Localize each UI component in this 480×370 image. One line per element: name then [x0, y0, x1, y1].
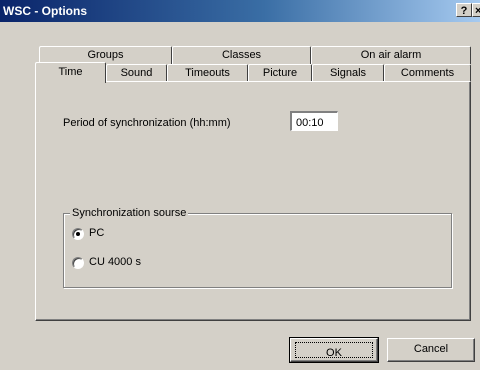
help-button[interactable]: ?	[456, 3, 472, 17]
tab-picture[interactable]: Picture	[248, 64, 312, 82]
tab-time[interactable]: Time	[35, 62, 106, 83]
tab-on-air-alarm[interactable]: On air alarm	[311, 46, 471, 64]
tab-signals[interactable]: Signals	[312, 64, 384, 82]
title-bar[interactable]: WSC - Options ? ×	[0, 0, 480, 22]
period-label: Period of synchronization (hh:mm)	[63, 117, 231, 129]
close-button[interactable]: ×	[472, 3, 480, 17]
radio-pc[interactable]	[72, 228, 84, 240]
period-input[interactable]	[290, 111, 338, 131]
cancel-button[interactable]: Cancel	[387, 338, 475, 362]
ok-button[interactable]: OK	[289, 337, 379, 363]
tab-timeouts[interactable]: Timeouts	[167, 64, 248, 82]
tab-comments[interactable]: Comments	[384, 64, 471, 82]
ok-button-label: OK	[326, 347, 342, 359]
radio-cu-4000s-label[interactable]: CU 4000 s	[89, 256, 141, 268]
sync-source-legend: Synchronization sourse	[70, 207, 189, 219]
tab-classes[interactable]: Classes	[172, 46, 311, 64]
cancel-button-label: Cancel	[413, 343, 449, 355]
sync-source-group	[63, 213, 452, 288]
radio-pc-label[interactable]: PC	[89, 227, 104, 239]
radio-selected-dot	[76, 232, 80, 236]
tab-sound[interactable]: Sound	[106, 64, 167, 82]
window-title: WSC - Options	[3, 4, 87, 18]
radio-cu-4000s[interactable]	[72, 257, 84, 269]
focus-rect: OK	[295, 342, 373, 359]
